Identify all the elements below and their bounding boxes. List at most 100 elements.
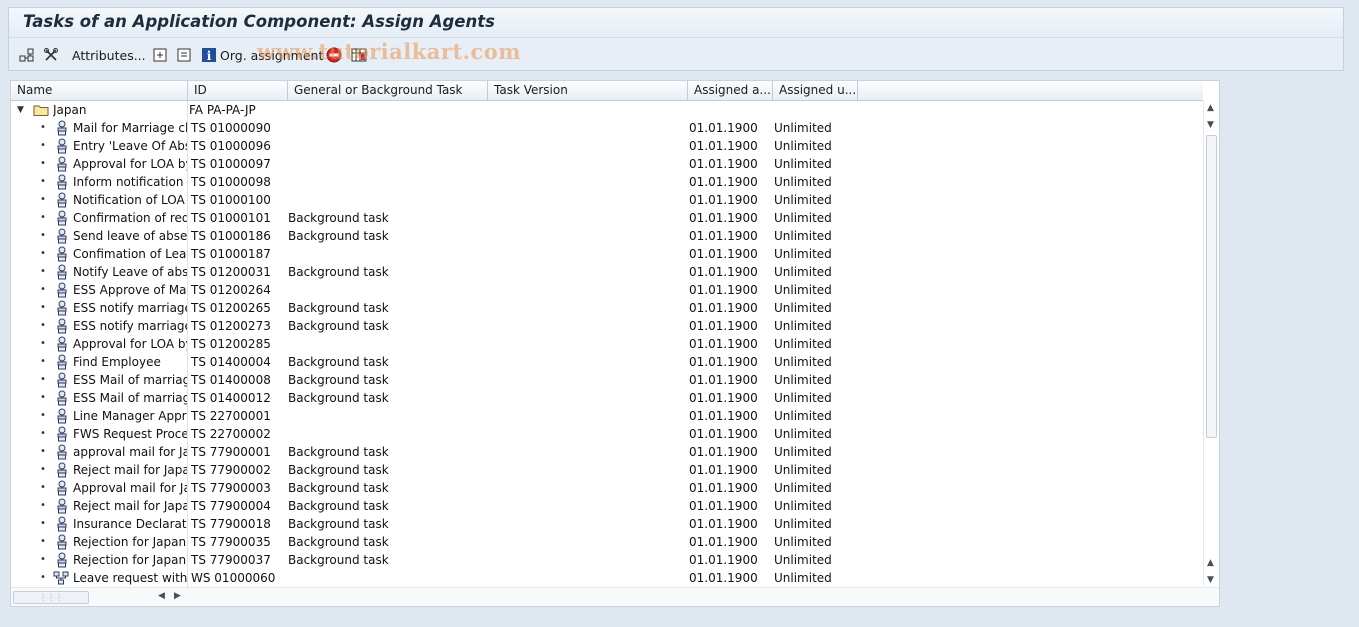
scroll-right-arrow[interactable]: ▶ — [174, 591, 181, 601]
table-row[interactable]: • Find Employee TS 01400004 Background task… — [11, 353, 1203, 371]
table-row[interactable]: • ESS Approve of Marr TS 01200264 01.01.190… — [11, 281, 1203, 299]
scroll-down-page-arrow[interactable]: ▲ — [1207, 558, 1214, 568]
task-name: Confirmation of requ — [73, 211, 187, 225]
column-header-name[interactable]: Name — [11, 81, 188, 100]
table-row[interactable]: • Entry 'Leave Of Abse TS 01000096 01.01.19… — [11, 137, 1203, 155]
column-header-task-version[interactable]: Task Version — [488, 81, 688, 100]
column-header-id[interactable]: ID — [188, 81, 288, 100]
task-type — [288, 191, 486, 209]
table-row[interactable]: • Notification of LOA r TS 01000100 01.01.1… — [11, 191, 1203, 209]
table-row[interactable]: • FWS Request Proces TS 22700002 01.01.1900… — [11, 425, 1203, 443]
horizontal-scroll-thumb[interactable]: ⋮⋮⋮ — [13, 591, 89, 604]
task-name: Mail for Marriage chan — [73, 121, 187, 135]
task-version — [491, 497, 687, 515]
person-task-icon — [55, 534, 69, 550]
assigned-from: 01.01.1900 — [689, 247, 758, 261]
assigned-from: 01.01.1900 — [689, 139, 758, 153]
assigned-from: 01.01.1900 — [689, 229, 758, 243]
assigned-until: Unlimited — [774, 391, 832, 405]
vertical-scrollbar[interactable]: ▲ ▼ ▲ ▼ — [1203, 101, 1219, 586]
scroll-up-page-arrow[interactable]: ▼ — [1207, 120, 1214, 130]
table-row[interactable]: • Approval for LOA by TS 01000097 01.01.190… — [11, 155, 1203, 173]
attributes-button[interactable]: Attributes... — [72, 46, 146, 64]
task-id: TS 77900001 — [191, 445, 271, 459]
tree-leaf-bullet: • — [40, 482, 46, 493]
task-id: TS 01400004 — [191, 355, 271, 369]
scroll-down-arrow[interactable]: ▼ — [1207, 575, 1214, 585]
table-row[interactable]: • Confirmation of requ TS 01000101 Backgrou… — [11, 209, 1203, 227]
horizontal-scrollbar[interactable]: ⋮⋮⋮ ◀ ▶ — [11, 587, 1219, 606]
settings-tools-button[interactable] — [43, 46, 59, 64]
assigned-until: Unlimited — [774, 427, 832, 441]
tree-leaf-bullet: • — [40, 356, 46, 367]
table-row[interactable]: • Rejection for Japan I TS 77900035 Backgro… — [11, 533, 1203, 551]
person-task-icon — [55, 246, 69, 262]
task-name: FWS Request Proces — [73, 427, 187, 441]
task-name: Rejection for Japan I — [73, 535, 187, 549]
table-row[interactable]: • Reject mail for Japan TS 77900004 Backgro… — [11, 497, 1203, 515]
task-type: Background task — [288, 301, 389, 315]
table-row[interactable]: • ESS Mail of marriage TS 01400012 Backgrou… — [11, 389, 1203, 407]
table-row[interactable]: • ESS notify marriage r TS 01200265 Backgro… — [11, 299, 1203, 317]
table-row[interactable]: • Approval mail for Jap TS 77900003 Backgro… — [11, 479, 1203, 497]
task-type: Background task — [288, 463, 389, 477]
tree-leaf-bullet: • — [40, 428, 46, 439]
assigned-until: Unlimited — [774, 301, 832, 315]
column-header-assigned-from[interactable]: Assigned a... — [688, 81, 773, 100]
table-row[interactable]: • Notify Leave of abse TS 01200031 Backgrou… — [11, 263, 1203, 281]
vertical-scroll-thumb[interactable] — [1206, 135, 1217, 438]
task-id: TS 01200264 — [191, 283, 271, 297]
task-name: Confimation of Leave — [73, 247, 187, 261]
task-version — [491, 209, 687, 227]
tree-leaf-bullet: • — [40, 338, 46, 349]
page-title: Tasks of an Application Component: Assig… — [23, 12, 495, 31]
table-row[interactable]: • ESS Mail of marriage TS 01400008 Backgrou… — [11, 371, 1203, 389]
scroll-up-arrow[interactable]: ▲ — [1207, 103, 1214, 113]
table-row[interactable]: • ESS notify marriage r TS 01200273 Backgro… — [11, 317, 1203, 335]
collapse-button[interactable] — [176, 46, 192, 64]
person-task-icon — [55, 516, 69, 532]
assigned-until: Unlimited — [774, 517, 832, 531]
hierarchy-button[interactable] — [19, 46, 35, 64]
tree-leaf-bullet: • — [40, 194, 46, 205]
table-row[interactable]: • approval mail for Japa TS 77900001 Backgr… — [11, 443, 1203, 461]
assigned-from: 01.01.1900 — [689, 517, 758, 531]
table-row[interactable]: • Mail for Marriage chan TS 01000090 01.01.… — [11, 119, 1203, 137]
table-row[interactable]: • Leave request with F WS 01000060 01.01.19… — [11, 569, 1203, 587]
task-name: Line Manager Approv — [73, 409, 187, 423]
table-row[interactable]: • Inform notification of TS 01000098 01.01.… — [11, 173, 1203, 191]
task-type — [288, 119, 486, 137]
assigned-until: Unlimited — [774, 571, 832, 585]
table-row[interactable]: • Reject mail for Japan TS 77900002 Backgro… — [11, 461, 1203, 479]
expand-button[interactable] — [152, 46, 168, 64]
tree-leaf-bullet: • — [40, 554, 46, 565]
table-row[interactable]: • Rejection for Japan I TS 77900037 Backgro… — [11, 551, 1203, 569]
task-id: TS 01000100 — [191, 193, 271, 207]
table-row[interactable]: • Line Manager Approv TS 22700001 01.01.190… — [11, 407, 1203, 425]
task-version — [491, 137, 687, 155]
table-row[interactable]: • Send leave of absenc TS 01000186 Backgrou… — [11, 227, 1203, 245]
task-id: TS 01000090 — [191, 121, 271, 135]
task-name: approval mail for Japa — [73, 445, 187, 459]
person-task-icon — [55, 426, 69, 442]
column-header-assigned-until[interactable]: Assigned u... — [773, 81, 858, 100]
task-name: Send leave of absenc — [73, 229, 187, 243]
person-task-icon — [55, 174, 69, 190]
assigned-until: Unlimited — [774, 247, 832, 261]
task-type: Background task — [288, 481, 389, 495]
svg-text:i: i — [207, 49, 212, 63]
scroll-left-arrow[interactable]: ◀ — [158, 591, 165, 601]
table-row[interactable]: • Insurance Declaration TS 77900018 Backgro… — [11, 515, 1203, 533]
collapse-node-icon[interactable]: ▼ — [17, 101, 24, 119]
tree-root-row[interactable]: ▼ Japan FA PA-PA-JP — [11, 101, 1203, 119]
column-header-task-type[interactable]: General or Background Task — [288, 81, 488, 100]
tree-leaf-bullet: • — [40, 500, 46, 511]
table-row[interactable]: • Confimation of Leave TS 01000187 01.01.19… — [11, 245, 1203, 263]
task-version — [491, 533, 687, 551]
table-row[interactable]: • Approval for LOA by TS 01200285 01.01.190… — [11, 335, 1203, 353]
tree-leaf-bullet: • — [40, 266, 46, 277]
assigned-until: Unlimited — [774, 355, 832, 369]
assigned-until: Unlimited — [774, 157, 832, 171]
task-version — [491, 479, 687, 497]
task-id: TS 01200273 — [191, 319, 271, 333]
